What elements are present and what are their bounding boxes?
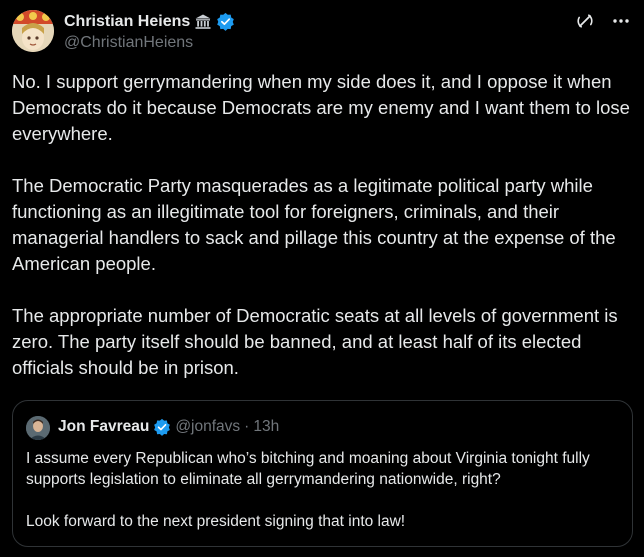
quoted-post[interactable]: Jon Favreau @jonfavs · 13h I assume ever… xyxy=(12,400,633,547)
quoted-author-name[interactable]: Jon Favreau xyxy=(58,418,149,436)
post-paragraph: No. I support gerrymandering when my sid… xyxy=(12,71,630,144)
separator-dot: · xyxy=(244,418,250,435)
verified-badge-icon[interactable] xyxy=(153,418,171,436)
quoted-paragraph: I assume every Republican who’s bitching… xyxy=(26,450,590,488)
quoted-author-avatar[interactable] xyxy=(26,416,50,440)
quoted-author-row: Jon Favreau @jonfavs · 13h xyxy=(58,418,279,436)
verified-badge-icon[interactable] xyxy=(216,12,235,31)
quoted-post-text: I assume every Republican who’s bitching… xyxy=(26,448,622,532)
author-avatar[interactable] xyxy=(12,10,54,52)
post-paragraph: The Democratic Party masquerades as a le… xyxy=(12,175,616,274)
post-paragraph: The appropriate number of Democratic sea… xyxy=(12,305,618,378)
grok-icon[interactable] xyxy=(574,10,596,32)
author-name-row[interactable]: Christian Heiens xyxy=(64,12,235,31)
author-name[interactable]: Christian Heiens xyxy=(64,13,190,31)
quoted-post-time[interactable]: 13h xyxy=(253,418,279,436)
avatar-image xyxy=(12,10,54,52)
quoted-author-handle[interactable]: @jonfavs xyxy=(175,418,240,436)
post-text: No. I support gerrymandering when my sid… xyxy=(12,69,638,381)
more-options-icon[interactable] xyxy=(610,10,632,32)
quoted-paragraph: Look forward to the next president signi… xyxy=(26,513,406,530)
post-actions xyxy=(574,10,632,32)
avatar-image xyxy=(26,416,50,440)
post: Christian Heiens @ChristianHeiens No. I … xyxy=(0,0,644,557)
classical-building-icon xyxy=(194,13,212,31)
author-handle[interactable]: @ChristianHeiens xyxy=(64,34,193,52)
